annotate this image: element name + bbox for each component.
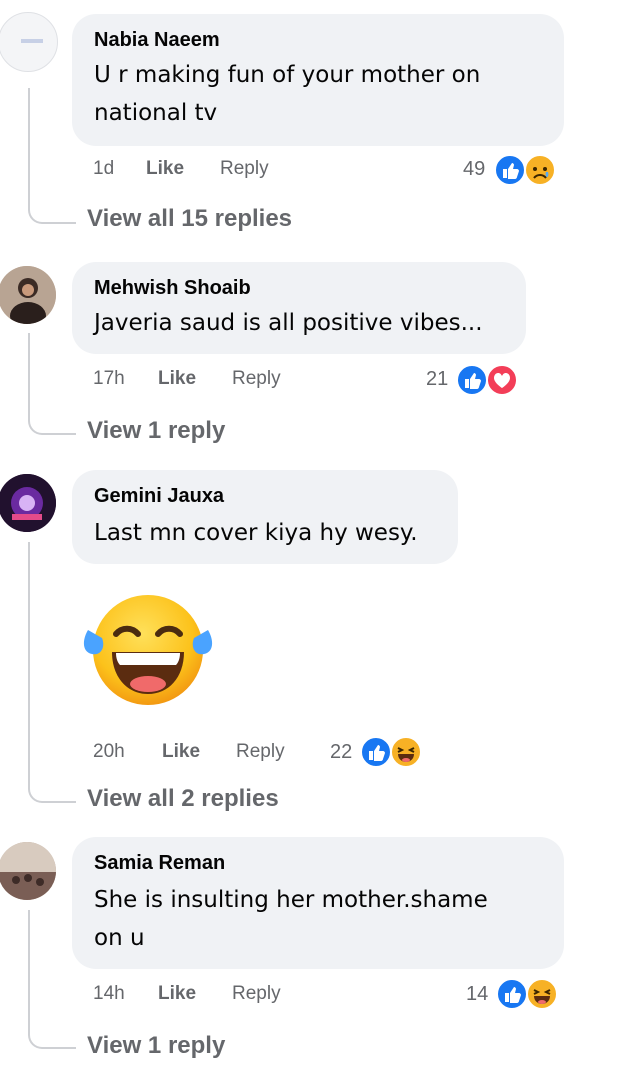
reply-button[interactable]: Reply	[232, 983, 281, 1005]
avatar-image	[21, 39, 43, 43]
reply-button[interactable]: Reply	[220, 158, 269, 180]
reply-button[interactable]: Reply	[236, 741, 285, 763]
like-icon	[494, 154, 526, 186]
tears-of-joy-emoji[interactable]	[82, 590, 214, 708]
sad-icon	[524, 154, 556, 186]
avatar[interactable]	[0, 842, 56, 900]
love-icon	[486, 364, 518, 396]
comment-text-line: on u	[94, 925, 145, 951]
avatar[interactable]	[0, 266, 56, 324]
view-replies-link[interactable]: View 1 reply	[87, 417, 225, 445]
comment-text-line: U r making fun of your mother on	[94, 62, 481, 88]
like-button[interactable]: Like	[158, 983, 196, 1005]
avatar[interactable]	[0, 12, 58, 72]
comment-time[interactable]: 20h	[93, 741, 125, 763]
comment-bubble: Mehwish Shoaib Javeria saud is all posit…	[72, 262, 526, 354]
reply-thread-line	[28, 333, 76, 435]
comment-text: Javeria saud is all positive vibes...	[94, 310, 483, 336]
like-icon	[496, 978, 528, 1010]
reaction-count[interactable]: 22	[330, 741, 352, 764]
view-replies-link[interactable]: View all 15 replies	[87, 205, 292, 233]
like-icon	[360, 736, 392, 768]
reply-thread-line	[28, 88, 76, 224]
comment-bubble: Gemini Jauxa Last mn cover kiya hy wesy.	[72, 470, 458, 564]
comment-bubble: Samia Reman She is insulting her mother.…	[72, 837, 564, 969]
avatar-image	[0, 842, 56, 900]
comment-text: She is insulting her mother.shame on u	[94, 881, 488, 957]
avatar[interactable]	[0, 474, 56, 532]
reply-button[interactable]: Reply	[232, 368, 281, 390]
avatar-image	[0, 266, 56, 324]
like-icon	[456, 364, 488, 396]
comment-text-line: national tv	[94, 100, 218, 126]
comment-time[interactable]: 14h	[93, 983, 125, 1005]
reply-thread-line	[28, 910, 76, 1049]
avatar-image	[0, 474, 56, 532]
view-replies-link[interactable]: View all 2 replies	[87, 785, 279, 813]
comment-time[interactable]: 1d	[93, 158, 114, 180]
comment-bubble: Nabia Naeem U r making fun of your mothe…	[72, 14, 564, 146]
comment-text: Last mn cover kiya hy wesy.	[94, 520, 418, 546]
comment-author[interactable]: Nabia Naeem	[94, 29, 220, 52]
comment-text-line: She is insulting her mother.shame	[94, 887, 488, 913]
like-button[interactable]: Like	[162, 741, 200, 763]
reply-thread-line	[28, 542, 76, 803]
haha-icon	[390, 736, 422, 768]
comment-author[interactable]: Samia Reman	[94, 852, 225, 875]
comment-time[interactable]: 17h	[93, 368, 125, 390]
like-button[interactable]: Like	[146, 158, 184, 180]
reaction-count[interactable]: 49	[463, 158, 485, 181]
reaction-count[interactable]: 14	[466, 983, 488, 1006]
like-button[interactable]: Like	[158, 368, 196, 390]
comment-text: U r making fun of your mother on nationa…	[94, 56, 480, 132]
haha-icon	[526, 978, 558, 1010]
view-replies-link[interactable]: View 1 reply	[87, 1032, 225, 1060]
reaction-count[interactable]: 21	[426, 368, 448, 391]
comment-author[interactable]: Mehwish Shoaib	[94, 277, 251, 300]
comment-author[interactable]: Gemini Jauxa	[94, 485, 224, 508]
